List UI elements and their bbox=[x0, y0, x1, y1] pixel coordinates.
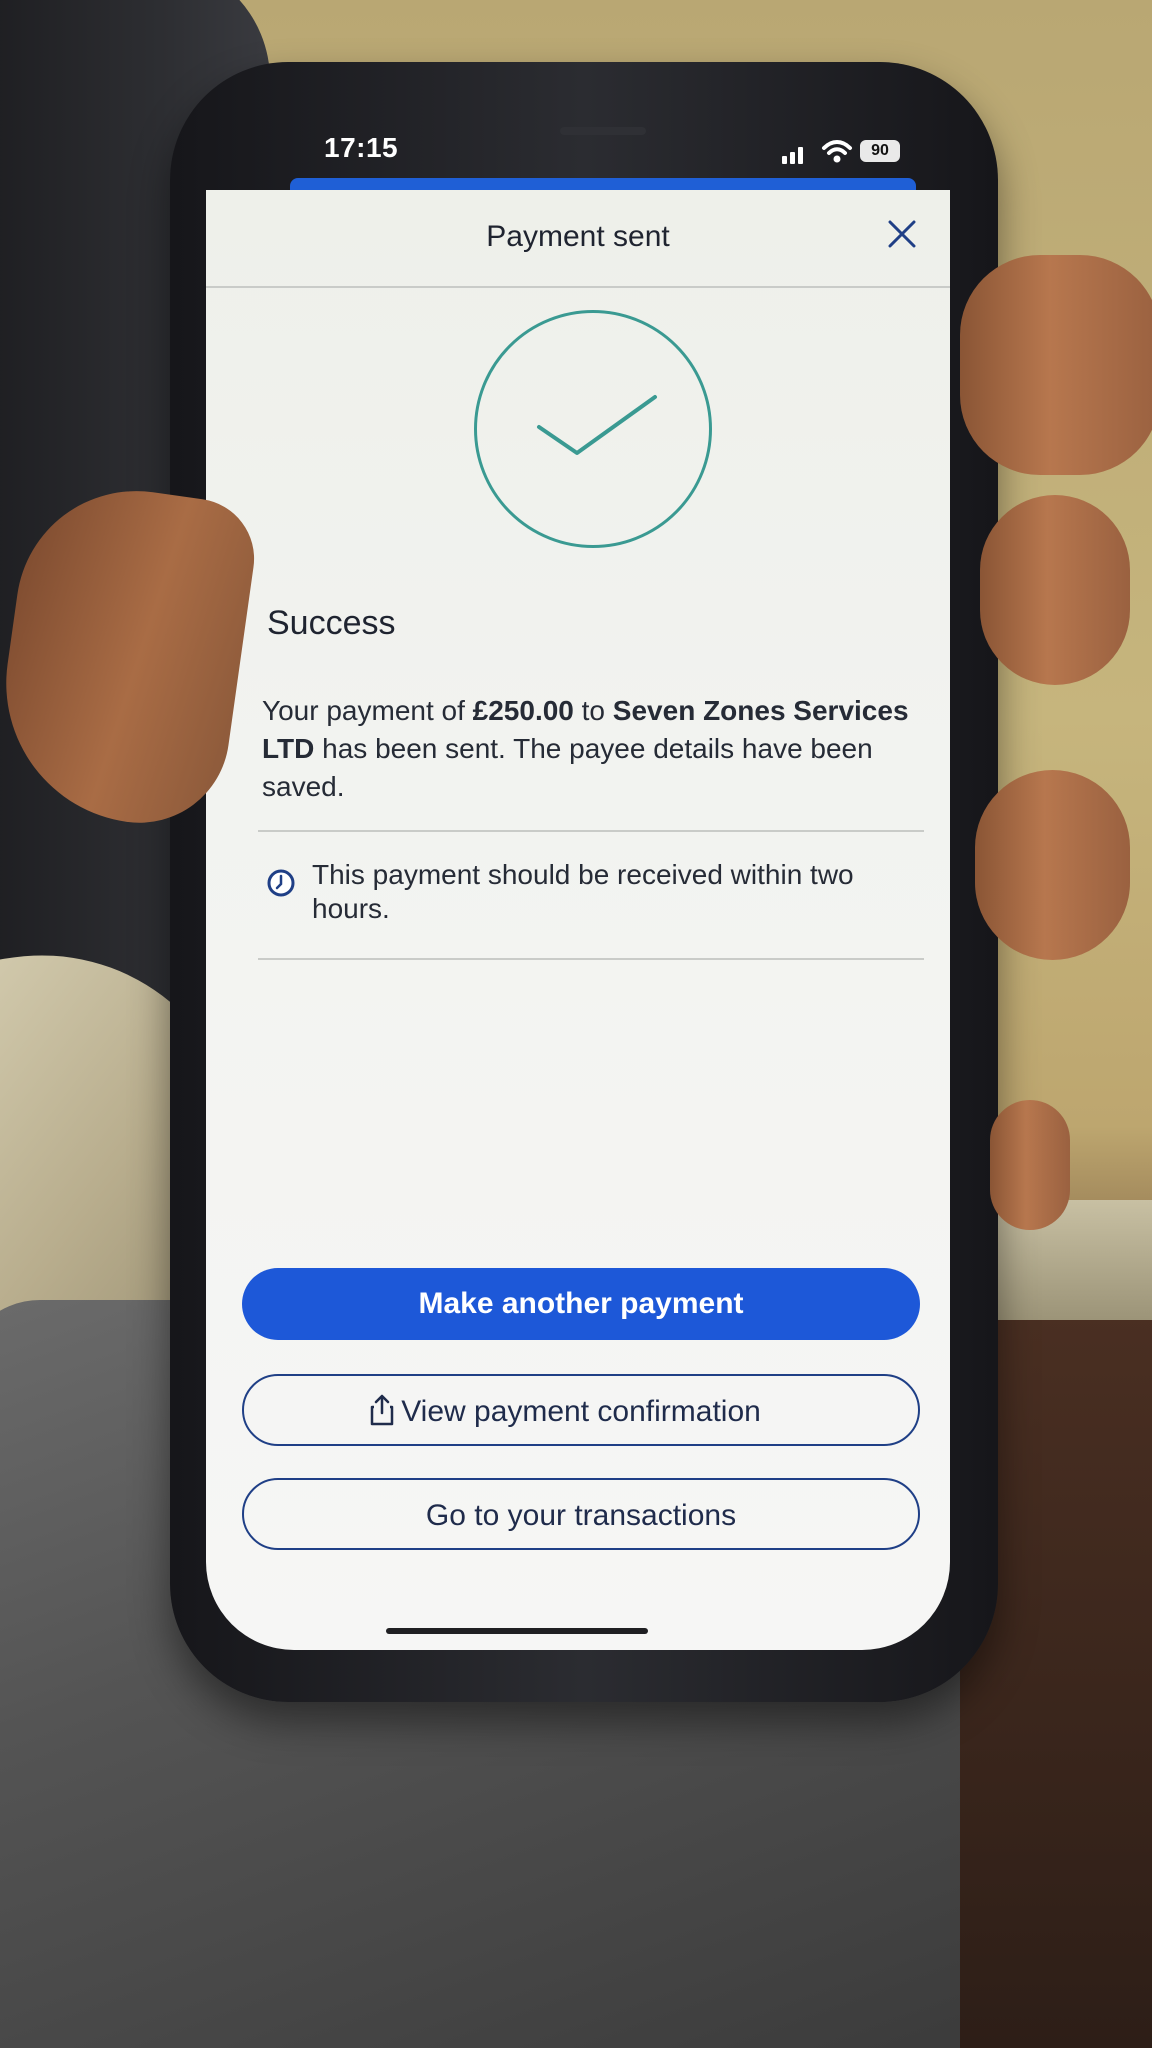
message-middle: to bbox=[573, 695, 613, 726]
payment-message: Your payment of £250.00 to Seven Zones S… bbox=[262, 692, 922, 806]
go-to-transactions-button[interactable]: Go to your transactions bbox=[242, 1478, 920, 1550]
battery-icon: 90 bbox=[860, 140, 900, 162]
view-payment-confirmation-button[interactable]: View payment confirmation bbox=[242, 1374, 920, 1446]
divider bbox=[258, 958, 924, 960]
header: Payment sent bbox=[206, 190, 950, 288]
delivery-info-text: This payment should be received within t… bbox=[312, 859, 854, 924]
delivery-info: This payment should be received within t… bbox=[258, 858, 918, 938]
close-icon[interactable] bbox=[880, 212, 924, 256]
finger bbox=[990, 1100, 1070, 1230]
message-prefix: Your payment of bbox=[262, 695, 473, 726]
finger bbox=[980, 495, 1130, 685]
status-time: 17:15 bbox=[324, 132, 399, 163]
check-icon bbox=[537, 395, 657, 455]
signal-icon bbox=[782, 147, 803, 164]
share-icon bbox=[370, 1394, 394, 1426]
finger bbox=[975, 770, 1130, 960]
payment-amount: £250.00 bbox=[472, 695, 574, 726]
message-suffix: has been sent. The payee details have be… bbox=[262, 733, 873, 802]
success-ring bbox=[474, 310, 712, 548]
payment-sent-screen: Payment sent Success Your payment of £25… bbox=[206, 190, 950, 1650]
home-indicator[interactable] bbox=[386, 1628, 648, 1634]
clock-icon bbox=[267, 869, 295, 897]
dynamic-island-line bbox=[560, 127, 646, 135]
divider bbox=[258, 830, 924, 832]
finger bbox=[960, 255, 1152, 475]
photo-scene: 17:15 90 Payment sent Success Your payme… bbox=[0, 0, 1152, 2048]
make-another-payment-button[interactable]: Make another payment bbox=[242, 1268, 920, 1340]
wifi-icon bbox=[822, 140, 852, 163]
page-title: Payment sent bbox=[486, 220, 670, 253]
view-payment-confirmation-label: View payment confirmation bbox=[401, 1395, 761, 1428]
success-heading: Success bbox=[267, 604, 396, 642]
